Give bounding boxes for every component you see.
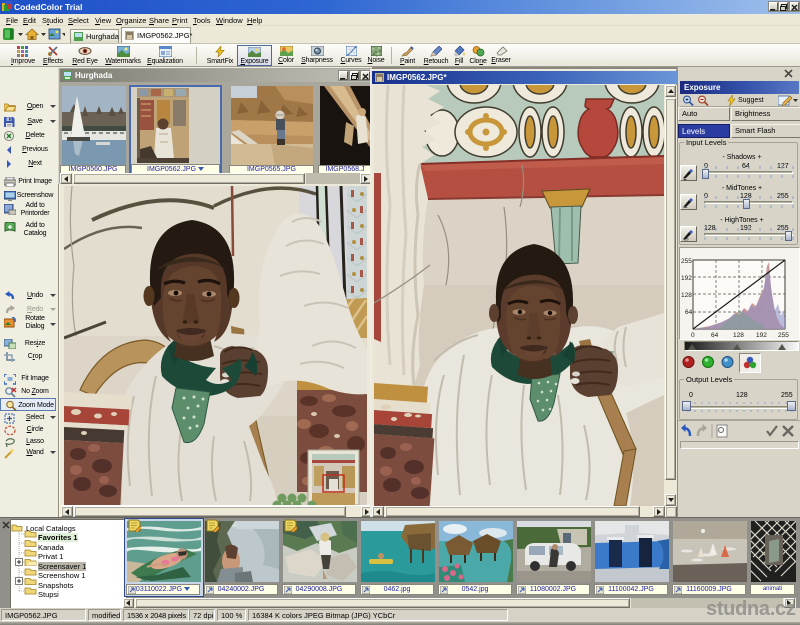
svg-text:255: 255 <box>778 332 789 339</box>
svg-text:64: 64 <box>685 309 693 316</box>
svg-text:64: 64 <box>711 332 719 339</box>
svg-text:0: 0 <box>691 332 695 339</box>
svg-text:255: 255 <box>681 258 692 265</box>
svg-text:128: 128 <box>681 292 692 299</box>
svg-text:192: 192 <box>681 275 692 282</box>
svg-text:128: 128 <box>733 332 744 339</box>
svg-text:192: 192 <box>756 332 767 339</box>
